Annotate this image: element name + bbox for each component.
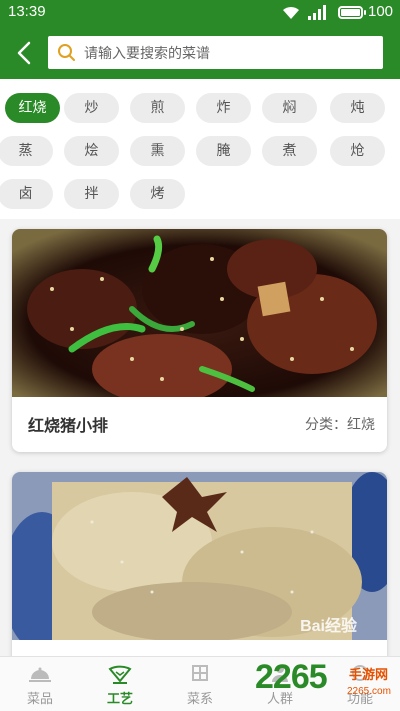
grid-icon	[192, 665, 208, 681]
recipe-card[interactable]: Bai经验	[12, 472, 387, 672]
category-chip-qiang[interactable]: 炝	[330, 136, 385, 166]
recipe-title: 红烧猪小排	[28, 416, 109, 435]
battery-icon	[338, 6, 366, 19]
category-panel: 红烧 炒 煎 炸 焖 炖 蒸 烩 熏 腌 煮 炝 卤 拌 烤	[0, 79, 400, 219]
category-chip-chao[interactable]: 炒	[64, 93, 119, 123]
category-chip-xun[interactable]: 熏	[130, 136, 185, 166]
dish-cover-icon	[29, 667, 51, 682]
nav-label: 菜品	[26, 692, 53, 707]
category-chip-lu[interactable]: 卤	[0, 179, 53, 209]
back-arrow-icon[interactable]	[10, 38, 40, 68]
wifi-icon	[283, 6, 299, 19]
category-chip-kao[interactable]: 烤	[130, 179, 185, 209]
category-chip-yan[interactable]: 腌	[196, 136, 251, 166]
recipe-card[interactable]: 红烧猪小排 分类：红烧	[12, 229, 387, 452]
nav-item-dishes[interactable]: 菜品	[0, 657, 80, 711]
site-watermark-brand: 2265	[255, 658, 328, 696]
category-chip-hongshao[interactable]: 红烧	[5, 93, 60, 123]
braised-pork-ribs-photo	[12, 229, 387, 397]
fan-icon	[108, 665, 132, 684]
site-watermark-sub: 手游网	[349, 668, 389, 683]
nav-label: 菜系	[186, 692, 213, 707]
category-chip-dun[interactable]: 炖	[330, 93, 385, 123]
category-chip-zheng[interactable]: 蒸	[0, 136, 53, 166]
signal-icon	[308, 5, 326, 20]
nav-label: 工艺	[106, 692, 133, 707]
baidu-watermark: Bai经验	[300, 618, 357, 635]
search-icon	[58, 44, 75, 61]
category-chip-hui[interactable]: 烩	[64, 136, 119, 166]
status-time: 13:39	[8, 3, 46, 20]
category-chip-ban[interactable]: 拌	[64, 179, 119, 209]
category-chip-zhu[interactable]: 煮	[262, 136, 317, 166]
site-watermark-domain: 2265.com	[347, 686, 391, 697]
search-placeholder: 请输入要搜索的菜谱	[84, 46, 210, 62]
battery-level: 100	[368, 3, 394, 20]
category-chip-jian[interactable]: 煎	[130, 93, 185, 123]
header: 请输入要搜索的菜谱	[0, 26, 400, 79]
category-chip-zha[interactable]: 炸	[196, 93, 251, 123]
site-watermark-logo: 2265 手游网 2265.com	[255, 654, 400, 711]
search-input[interactable]: 请输入要搜索的菜谱	[48, 36, 383, 69]
status-bar: 13:39 100	[0, 0, 400, 26]
nav-item-cuisine[interactable]: 菜系	[160, 657, 240, 711]
category-chip-men[interactable]: 焖	[262, 93, 317, 123]
nav-item-craft[interactable]: 工艺	[80, 657, 160, 711]
recipe-category: 分类：红烧	[305, 417, 375, 433]
